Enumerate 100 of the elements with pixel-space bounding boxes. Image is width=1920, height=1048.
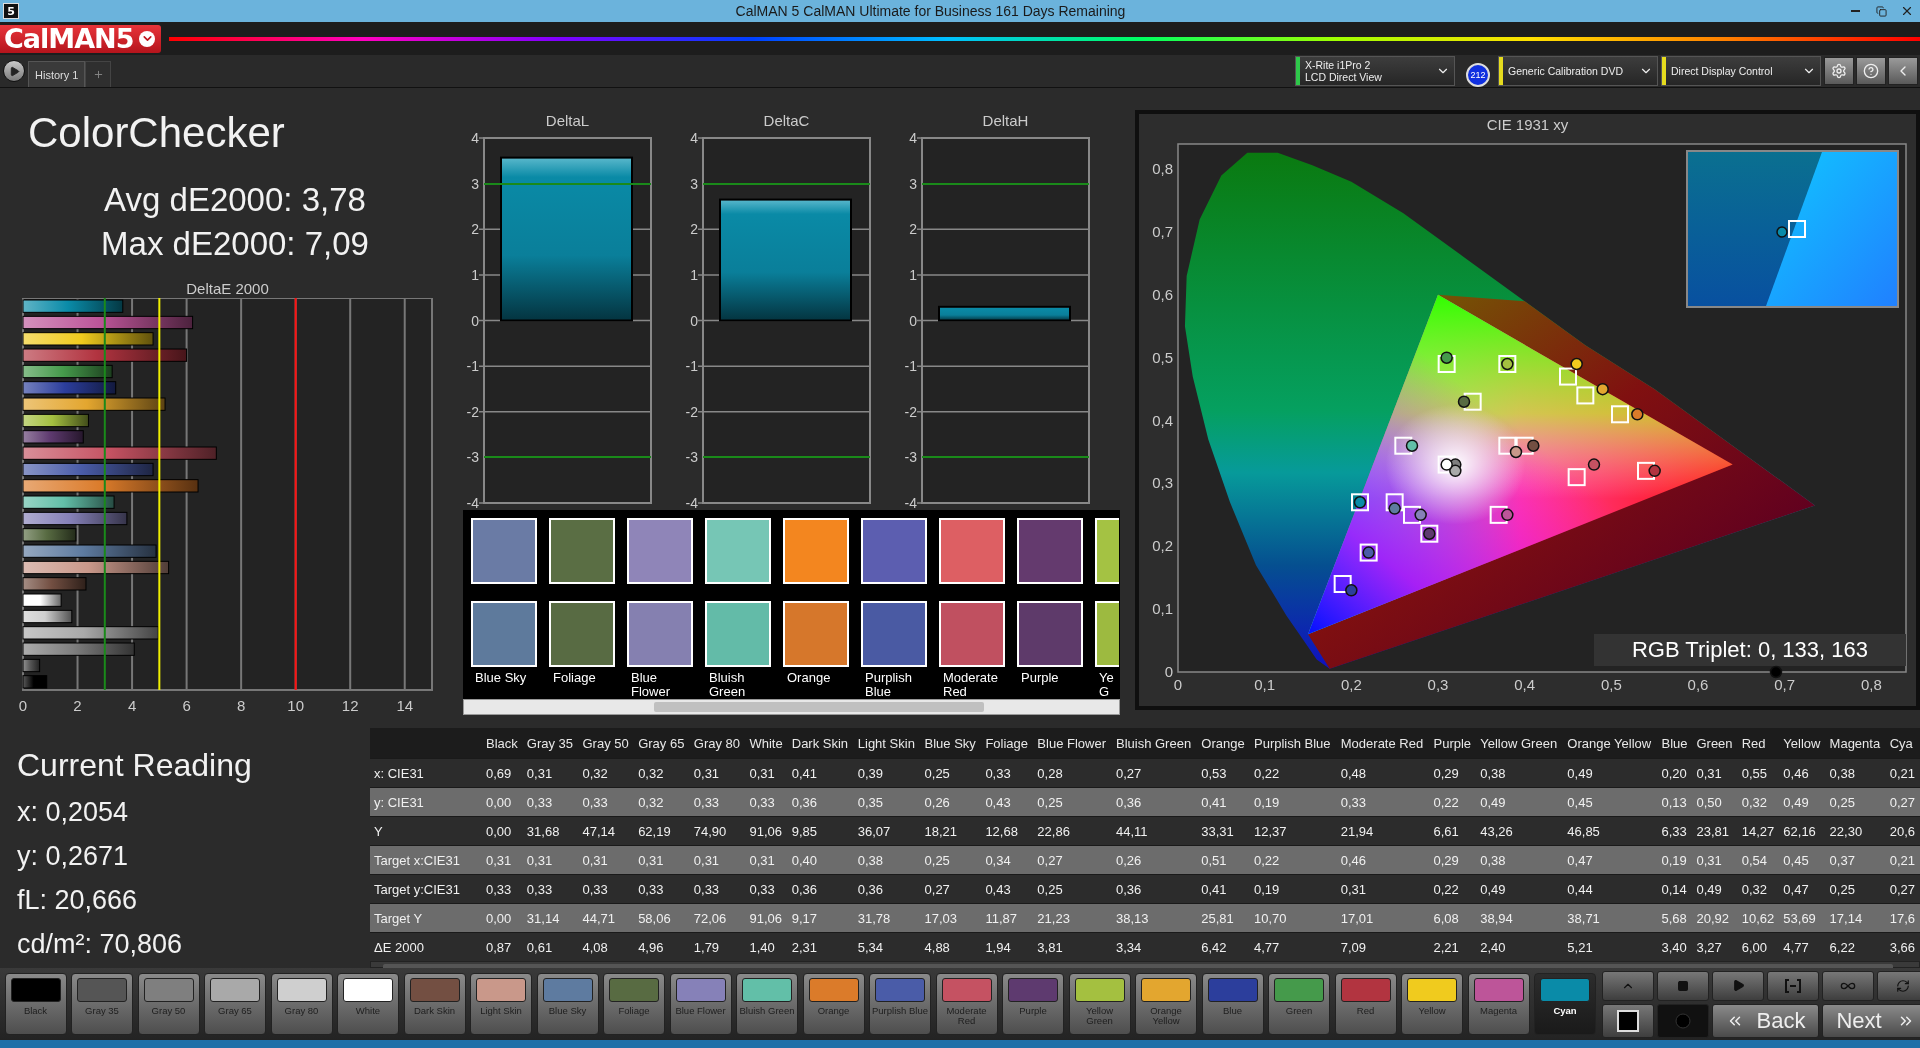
axis-tick-label: 2 <box>909 221 917 238</box>
axis-tick-label: 4 <box>471 130 479 146</box>
axis-tick-label: 0,1 <box>1152 600 1173 618</box>
table-cell: 0,33 <box>689 874 746 904</box>
table-cell: 0,31 <box>1692 845 1738 875</box>
table-cell: 0,20 <box>1657 758 1693 788</box>
table-cell: 0,49 <box>1476 874 1564 904</box>
table-cell: 58,06 <box>634 903 690 933</box>
axis-tick-label: 8 <box>236 697 246 713</box>
table-cell: 72,06 <box>689 903 746 933</box>
swatch-label: Ye G <box>1098 671 1115 699</box>
column-header: Orange Yellow <box>1566 734 1653 753</box>
table-cell: 0,19 <box>1250 787 1337 817</box>
table-cell: 0,31 <box>634 845 690 875</box>
table-cell: 0,19 <box>1250 874 1337 904</box>
axis-tick-label: 0,6 <box>1687 676 1709 693</box>
table-cell: 0,31 <box>745 845 788 875</box>
table-cell: 0,31 <box>745 758 788 788</box>
axis-tick-label: 0,8 <box>1860 676 1882 693</box>
table-cell: 0,53 <box>1197 758 1250 788</box>
table-cell: 62,16 <box>1779 816 1826 846</box>
table-cell: 33,31 <box>1197 816 1250 846</box>
table-cell: 0,38 <box>1476 845 1564 875</box>
chart-title: DeltaH <box>981 112 1030 130</box>
table-cell: 0,44 <box>1563 874 1658 904</box>
table-cell: 0,35 <box>853 787 921 817</box>
axis-tick-label: 10 <box>287 697 304 713</box>
swatch-label: Foliage <box>552 671 597 685</box>
dropdown-label: X-Rite i1Pro 2 <box>1305 59 1372 71</box>
axis-tick-label: 3 <box>471 175 479 192</box>
table-cell: 0,31 <box>482 845 523 875</box>
table-cell: 0,14 <box>1657 874 1693 904</box>
table-cell: 0,25 <box>920 845 982 875</box>
table-cell: 0,32 <box>1737 874 1780 904</box>
table-cell: 0,21 <box>1885 758 1920 788</box>
reading-value: y: 0,2671 <box>17 840 130 873</box>
table-cell: 0,31 <box>1692 758 1738 788</box>
table-cell: 0,47 <box>1779 874 1826 904</box>
axis-tick-label: 0 <box>1173 676 1183 693</box>
table-cell: 9,85 <box>787 816 854 846</box>
table-cell: 0,25 <box>1825 874 1886 904</box>
rgb-triplet-label: RGB Triplet: 0, 133, 163 <box>1594 634 1906 666</box>
table-cell: 0,22 <box>1250 758 1337 788</box>
table-cell: 0,31 <box>1336 874 1430 904</box>
table-cell: 91,06 <box>745 903 788 933</box>
table-cell: 0,51 <box>1197 845 1250 875</box>
column-header: Blue Sky <box>923 734 977 753</box>
axis-tick-label: -4 <box>466 495 479 510</box>
table-cell: 74,90 <box>689 816 746 846</box>
axis-tick-label: 2 <box>471 221 479 238</box>
app-icon: 5 <box>3 3 19 19</box>
table-cell: 0,49 <box>1692 874 1738 904</box>
table-cell: 0,31 <box>689 758 746 788</box>
column-header: Purple <box>1432 734 1473 753</box>
axis-tick-label: 0,8 <box>1152 160 1173 178</box>
table-cell: 0,54 <box>1737 845 1780 875</box>
table-cell: 46,85 <box>1563 816 1658 846</box>
axis-tick-label: 2 <box>690 221 698 238</box>
table-cell: 0,27 <box>1885 787 1920 817</box>
column-header: Bluish Green <box>1114 734 1193 753</box>
axis-tick-label: -1 <box>904 358 917 375</box>
table-cell: 0,47 <box>1563 845 1658 875</box>
column-header: Orange <box>1200 734 1246 753</box>
dropdown-label: Generic Calibration DVD <box>1508 65 1624 77</box>
axis-tick-label: 1 <box>471 266 479 283</box>
table-cell: 6,61 <box>1429 816 1477 846</box>
column-header: Blue Flower <box>1036 734 1107 753</box>
table-cell: 0,33 <box>1336 787 1430 817</box>
column-header: White <box>748 734 784 753</box>
table-cell: 0,32 <box>634 758 690 788</box>
table-cell: 0,25 <box>1825 787 1886 817</box>
table-cell: 17,01 <box>1336 903 1430 933</box>
table-cell: 11,87 <box>981 903 1034 933</box>
column-header: Cya <box>1888 734 1914 753</box>
table-cell: 0,31 <box>522 845 579 875</box>
axis-tick-label: -4 <box>685 495 698 510</box>
column-header: Moderate Red <box>1339 734 1425 753</box>
table-cell: 0,37 <box>1825 845 1886 875</box>
column-header: Gray 35 <box>525 734 575 753</box>
axis-tick-label: 0 <box>471 312 479 329</box>
axis-tick-label: 3 <box>690 175 698 192</box>
count-badge: 212 <box>1466 63 1490 87</box>
column-header: Yellow Green <box>1479 734 1559 753</box>
table-cell: 0,26 <box>920 787 982 817</box>
table-cell: 21,23 <box>1033 903 1112 933</box>
table-cell: 0,46 <box>1779 758 1826 788</box>
stat-text: Max dE2000: 7,09 <box>101 224 369 264</box>
table-cell: 0,00 <box>482 903 523 933</box>
dropdown-label: LCD Direct View <box>1305 71 1383 83</box>
table-cell: 0,33 <box>745 874 788 904</box>
table-cell: 0,26 <box>1111 845 1198 875</box>
table-cell: 91,06 <box>745 816 788 846</box>
axis-tick-label: 4 <box>909 130 917 146</box>
table-cell: 0,33 <box>522 874 579 904</box>
axis-tick-label: 2 <box>73 697 82 713</box>
swatch-label: Moderate Red <box>942 671 999 699</box>
table-cell: 0,36 <box>853 874 921 904</box>
table-cell: 47,14 <box>578 816 635 846</box>
table-cell: 5,68 <box>1657 903 1693 933</box>
column-header: Blue <box>1660 734 1689 753</box>
